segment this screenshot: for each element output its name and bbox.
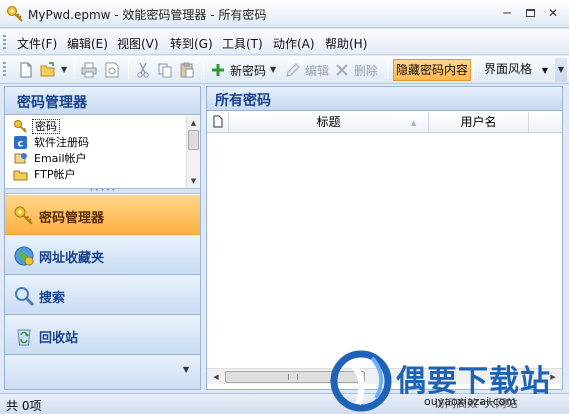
watermark-title: 偶要下载站 — [396, 364, 551, 399]
column-icon-header[interactable] — [207, 112, 229, 132]
interface-style-button[interactable]: 界面风格 ▼ — [476, 59, 552, 81]
minimize-icon: ─ — [503, 6, 511, 20]
nav-label: 密码管理器 — [39, 211, 105, 226]
nav-recycle-bin[interactable]: 回收站 — [5, 315, 200, 355]
title-bar: MyPwd.epmw - 效能密码管理器 - 所有密码 ─ ✕ — [0, 0, 569, 28]
print-preview-icon[interactable] — [103, 61, 121, 79]
copy-icon[interactable] — [156, 61, 174, 79]
menu-help[interactable]: 帮助(H) — [325, 35, 367, 52]
key-icon — [14, 206, 33, 225]
nav-password-manager[interactable]: 密码管理器 — [5, 195, 200, 235]
interface-style-label: 界面风格 — [484, 62, 533, 76]
menu-edit[interactable]: 编辑(E) — [67, 35, 108, 52]
watermark-subtitle: ouyaoxiazai.com 访问高效•大网站 — [424, 395, 518, 410]
menubar-grip[interactable] — [3, 35, 6, 50]
edit-pencil-icon[interactable] — [284, 61, 302, 79]
new-document-icon[interactable] — [17, 61, 35, 79]
right-panel-title: 所有密码 — [207, 87, 562, 111]
close-button[interactable]: ✕ — [542, 4, 564, 22]
c-badge-icon: c — [14, 136, 27, 150]
scroll-up-icon[interactable]: ▲ — [187, 116, 200, 130]
item-count-status: 共 0项 — [6, 399, 42, 413]
right-panel: 所有密码 标题 ▲ 用户名 ◀ ▶ — [206, 86, 563, 390]
tree-item-label: 密码 — [32, 119, 60, 134]
plus-icon[interactable] — [209, 61, 227, 79]
toolbar-separator — [74, 61, 75, 79]
toolbar-grip[interactable] — [3, 62, 6, 77]
open-dropdown-icon[interactable]: ▼ — [61, 65, 67, 74]
toolbar-overflow-button[interactable]: ▼ — [555, 58, 567, 82]
close-icon: ✕ — [547, 6, 559, 20]
toolbar-separator — [473, 61, 474, 79]
email-icon — [14, 153, 27, 164]
nav-label: 网址收藏夹 — [39, 251, 105, 266]
category-tree[interactable]: 密码 c 软件注册码 Email帐户 FTP帐户 — [5, 116, 200, 188]
configure-nav-chevron-icon[interactable]: ▼ — [183, 365, 189, 374]
maximize-button[interactable] — [519, 4, 541, 22]
column-title-header[interactable]: 标题 — [229, 112, 429, 132]
tree-item-label: 软件注册码 — [34, 136, 89, 149]
window-title: MyPwd.epmw - 效能密码管理器 - 所有密码 — [28, 8, 267, 22]
open-folder-icon[interactable] — [39, 61, 57, 79]
edit-button[interactable]: 编辑 — [305, 62, 329, 79]
app-key-icon — [7, 6, 23, 22]
toolbar-separator — [128, 61, 129, 79]
new-password-dropdown-icon[interactable]: ▼ — [270, 65, 276, 74]
password-list[interactable] — [207, 133, 562, 367]
document-icon — [213, 115, 222, 128]
print-icon[interactable] — [80, 61, 98, 79]
chevron-down-icon: ▼ — [541, 66, 548, 75]
column-username-header[interactable]: 用户名 — [429, 112, 529, 132]
menu-bar: 文件(F) 编辑(E) 视图(V) 转到(G) 工具(T) 动作(A) 帮助(H… — [0, 29, 569, 55]
tree-item-label: FTP帐户 — [34, 168, 76, 181]
left-panel: 密码管理器 密码 c 软件注册码 Email帐户 FTP帐户 ▲ ▼ • • •… — [4, 86, 201, 390]
menu-action[interactable]: 动作(A) — [273, 35, 315, 52]
recycle-bin-icon — [17, 329, 31, 346]
panel-splitter[interactable]: • • • • • — [5, 188, 200, 194]
magnifier-icon — [15, 287, 35, 307]
delete-x-icon[interactable] — [333, 61, 351, 79]
site-watermark: 偶要下载站 ouyaoxiazai.com 访问高效•大网站 — [328, 348, 569, 414]
tree-scrollbar[interactable]: ▲ ▼ — [186, 116, 200, 188]
delete-button[interactable]: 删除 — [354, 62, 378, 79]
scroll-left-icon[interactable]: ◀ — [208, 370, 224, 384]
minimize-button[interactable]: ─ — [496, 4, 518, 22]
tree-item-label: Email帐户 — [34, 152, 87, 165]
menu-goto[interactable]: 转到(G) — [170, 35, 213, 52]
ftp-icon — [13, 170, 28, 181]
svg-text:c: c — [18, 139, 24, 150]
left-panel-title: 密码管理器 — [5, 87, 200, 115]
sort-ascending-icon: ▲ — [411, 119, 417, 127]
toolbar: ▼ 新密码 ▼ 编辑 删除 隐藏密码内容 界面风格 ▼ — [0, 56, 569, 84]
globe-icon — [14, 246, 34, 266]
maximize-icon — [525, 9, 535, 17]
nav-label: 回收站 — [39, 331, 79, 346]
cut-icon[interactable] — [134, 61, 152, 79]
column-header-row: 标题 ▲ 用户名 — [207, 112, 562, 133]
paste-icon[interactable] — [178, 61, 196, 79]
menu-view[interactable]: 视图(V) — [117, 35, 159, 52]
menu-tools[interactable]: 工具(T) — [222, 35, 263, 52]
watermark-slogan: 访问高效•大网站 — [434, 397, 518, 410]
new-password-button[interactable]: 新密码 — [230, 62, 266, 79]
toolbar-separator — [387, 61, 388, 79]
watermark-logo-icon — [330, 350, 392, 412]
scroll-down-icon[interactable]: ▼ — [187, 174, 200, 188]
toolbar-separator — [203, 61, 204, 79]
nav-label: 搜索 — [39, 291, 66, 306]
key-icon — [14, 120, 27, 133]
menu-file[interactable]: 文件(F) — [17, 35, 57, 52]
tree-scroll-thumb[interactable] — [188, 130, 199, 150]
nav-search[interactable]: 搜索 — [5, 275, 200, 315]
hide-password-content-button[interactable]: 隐藏密码内容 — [393, 59, 471, 81]
nav-footer: ▼ — [5, 355, 200, 389]
nav-url-favorites[interactable]: 网址收藏夹 — [5, 235, 200, 275]
